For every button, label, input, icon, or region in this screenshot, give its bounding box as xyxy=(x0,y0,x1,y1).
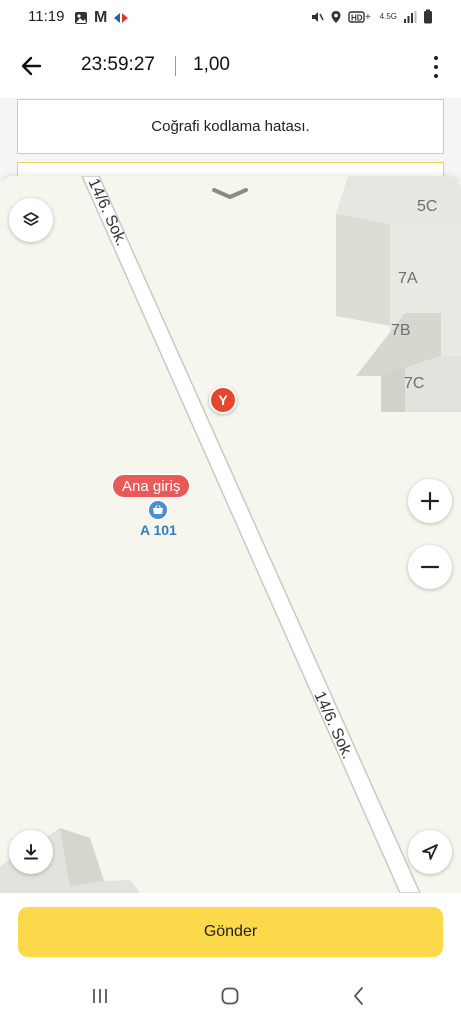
header-divider xyxy=(175,56,176,76)
map-view[interactable]: 5C 7A 7B 7C 14/6. Sok. 14/6. Sok. Y Ana … xyxy=(0,176,461,893)
nav-back-button[interactable] xyxy=(344,984,374,1008)
chevron-down-icon[interactable] xyxy=(211,186,249,202)
geocoding-error-box: Coğrafi kodlama hatası. xyxy=(17,99,444,154)
status-right-icons: HD + 4.5G xyxy=(310,9,433,24)
recent-apps-button[interactable] xyxy=(85,984,115,1008)
svg-text:+: + xyxy=(365,12,371,23)
more-vertical-icon xyxy=(434,56,438,60)
header-value: 1,00 xyxy=(193,54,230,75)
plus-icon xyxy=(420,491,440,511)
battery-icon xyxy=(424,9,432,24)
locate-me-button[interactable] xyxy=(408,830,452,874)
shop-label: A 101 xyxy=(140,522,177,538)
hd-voice-icon: HD + xyxy=(347,10,371,23)
navigation-arrow-icon xyxy=(422,844,438,860)
layers-icon xyxy=(23,212,39,226)
carrefour-icon xyxy=(114,13,129,23)
recent-apps-icon xyxy=(93,989,107,1003)
app-header: 23:59:27 1,00 xyxy=(0,34,461,98)
m-app-icon: M xyxy=(94,9,108,26)
more-menu-button[interactable] xyxy=(426,54,446,80)
home-button[interactable] xyxy=(215,984,245,1008)
signal-icon xyxy=(404,10,417,23)
building-right-face xyxy=(336,214,390,326)
yandex-poi-marker[interactable]: Y xyxy=(209,386,237,414)
status-time: 11:19 xyxy=(28,8,65,25)
svg-text:HD: HD xyxy=(351,13,363,22)
mute-icon xyxy=(311,11,324,22)
location-icon xyxy=(331,10,341,23)
building-5c xyxy=(336,176,461,224)
download-button[interactable] xyxy=(9,830,53,874)
home-icon xyxy=(221,987,239,1005)
arrow-left-icon xyxy=(21,56,42,76)
status-bar: 11:19 M HD + 4.5G xyxy=(0,0,461,34)
building-label-7b: 7B xyxy=(391,322,411,339)
back-button[interactable] xyxy=(18,52,46,80)
status-left-icons: M xyxy=(74,9,129,27)
building-label-7c: 7C xyxy=(404,375,425,392)
entrance-label[interactable]: Ana giriş xyxy=(112,474,191,498)
back-icon xyxy=(354,987,363,1005)
building-label-5c: 5C xyxy=(417,198,438,215)
minus-icon xyxy=(420,565,440,569)
layers-button[interactable] xyxy=(9,198,53,242)
system-nav-bar xyxy=(0,968,461,1024)
geocoding-error-text: Coğrafi kodlama hatası. xyxy=(151,118,310,135)
entrance-label-text: Ana giriş xyxy=(122,477,181,495)
gallery-icon xyxy=(75,12,87,24)
download-icon xyxy=(24,844,38,860)
map-canvas xyxy=(0,176,461,893)
poi-marker-letter: Y xyxy=(218,392,228,408)
building-label-7a: 7A xyxy=(398,270,418,287)
session-timer: 23:59:27 xyxy=(81,54,155,75)
send-button[interactable]: Gönder xyxy=(18,907,443,957)
shopping-basket-icon[interactable] xyxy=(148,500,168,520)
network-4.5g-icon: 4.5G xyxy=(379,11,397,21)
zoom-in-button[interactable] xyxy=(408,479,452,523)
zoom-out-button[interactable] xyxy=(408,545,452,589)
